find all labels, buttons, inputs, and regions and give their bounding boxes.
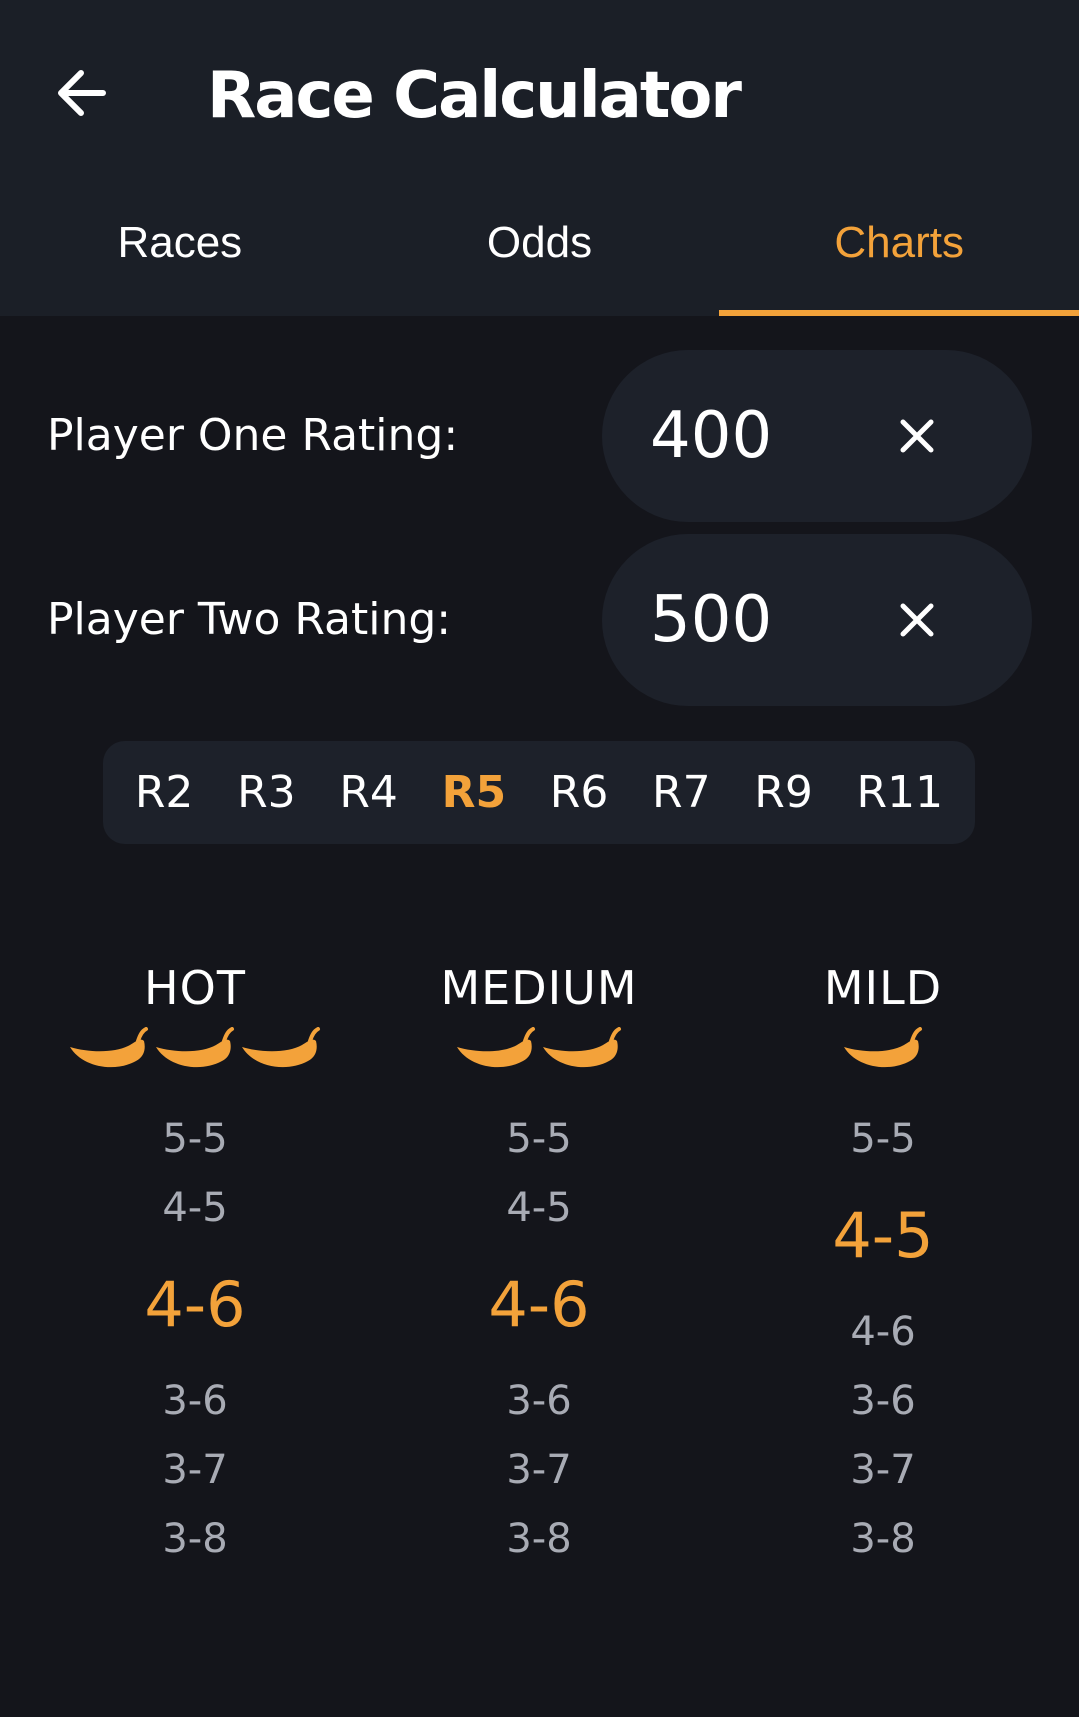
close-icon — [900, 419, 934, 453]
race-option-r4[interactable]: R4 — [333, 767, 404, 818]
odds-item: 3-6 — [506, 1378, 572, 1424]
race-option-r2[interactable]: R2 — [129, 767, 200, 818]
clear-player-one-button[interactable] — [887, 406, 947, 466]
chili-pepper-icon — [242, 1027, 320, 1068]
heat-level-title: HOT — [144, 961, 246, 1015]
race-option-r7[interactable]: R7 — [646, 767, 717, 818]
player-two-rating-label: Player Two Rating: — [47, 594, 452, 645]
race-option-r11[interactable]: R11 — [851, 767, 950, 818]
odds-item: 3-8 — [850, 1516, 916, 1562]
player-one-rating-row: Player One Rating: — [0, 350, 1079, 522]
heat-column-mild: MILD 5-5 4-5 4-6 3-6 3-7 3-8 — [711, 955, 1055, 1574]
odds-item: 5-5 — [850, 1116, 916, 1162]
chili-pepper-icon — [543, 1027, 621, 1068]
race-option-r3[interactable]: R3 — [231, 767, 302, 818]
page-title: Race Calculator — [207, 59, 742, 133]
close-icon — [900, 603, 934, 637]
clear-player-two-button[interactable] — [887, 590, 947, 650]
race-option-r9[interactable]: R9 — [748, 767, 819, 818]
heat-level-columns: HOT 5-5 4-5 4-6 3-6 3-7 3-8 MEDIUM 5-5 4… — [0, 955, 1079, 1575]
odds-item: 5-5 — [162, 1116, 228, 1162]
app-bar: Race Calculator Races Odds Charts — [0, 0, 1079, 316]
odds-item: 4-6 — [850, 1309, 916, 1355]
chili-pepper-icon — [844, 1027, 922, 1068]
tab-races[interactable]: Races — [0, 195, 360, 316]
tab-odds[interactable]: Odds — [360, 195, 720, 316]
odds-item-highlighted: 4-6 — [488, 1268, 590, 1341]
player-two-rating-row: Player Two Rating: — [0, 534, 1079, 706]
tab-label: Races — [117, 218, 243, 267]
back-button[interactable] — [50, 62, 112, 124]
odds-item: 4-5 — [162, 1185, 228, 1231]
tab-label: Charts — [834, 218, 964, 267]
odds-item: 3-7 — [506, 1447, 572, 1493]
race-option-r6[interactable]: R6 — [544, 767, 615, 818]
player-two-rating-input[interactable] — [650, 534, 850, 706]
odds-item: 3-8 — [506, 1516, 572, 1562]
heat-column-hot: HOT 5-5 4-5 4-6 3-6 3-7 3-8 — [23, 955, 367, 1574]
tab-bar: Races Odds Charts — [0, 195, 1079, 316]
race-calculator-screen: Race Calculator Races Odds Charts Player… — [0, 0, 1079, 1717]
tab-label: Odds — [486, 218, 593, 267]
odds-item: 5-5 — [506, 1116, 572, 1162]
pepper-rating — [367, 1027, 711, 1087]
odds-list: 5-5 4-5 4-6 3-6 3-7 3-8 — [711, 1105, 1055, 1574]
heat-level-title: MILD — [823, 961, 943, 1015]
odds-item: 3-7 — [162, 1447, 228, 1493]
player-one-rating-input[interactable] — [650, 350, 850, 522]
race-option-r5[interactable]: R5 — [436, 767, 513, 818]
heat-column-medium: MEDIUM 5-5 4-5 4-6 3-6 3-7 3-8 — [367, 955, 711, 1574]
odds-item: 3-7 — [850, 1447, 916, 1493]
heat-level-title: MEDIUM — [440, 961, 638, 1015]
chili-pepper-icon — [457, 1027, 535, 1068]
pepper-rating — [711, 1027, 1055, 1087]
odds-item: 3-6 — [850, 1378, 916, 1424]
odds-list: 5-5 4-5 4-6 3-6 3-7 3-8 — [367, 1105, 711, 1574]
odds-item: 4-5 — [506, 1185, 572, 1231]
chili-pepper-icon — [70, 1027, 148, 1068]
chili-pepper-icon — [156, 1027, 234, 1068]
odds-list: 5-5 4-5 4-6 3-6 3-7 3-8 — [23, 1105, 367, 1574]
tab-charts[interactable]: Charts — [719, 195, 1079, 316]
player-two-rating-field[interactable] — [602, 534, 1032, 706]
pepper-rating — [23, 1027, 367, 1087]
player-one-rating-label: Player One Rating: — [47, 410, 459, 461]
odds-item: 3-8 — [162, 1516, 228, 1562]
race-selector: R2 R3 R4 R5 R6 R7 R9 R11 — [103, 741, 975, 844]
player-one-rating-field[interactable] — [602, 350, 1032, 522]
active-tab-indicator — [719, 310, 1079, 316]
odds-item-highlighted: 4-6 — [144, 1268, 246, 1341]
arrow-left-icon — [58, 70, 106, 116]
odds-item-highlighted: 4-5 — [832, 1199, 934, 1272]
odds-item: 3-6 — [162, 1378, 228, 1424]
